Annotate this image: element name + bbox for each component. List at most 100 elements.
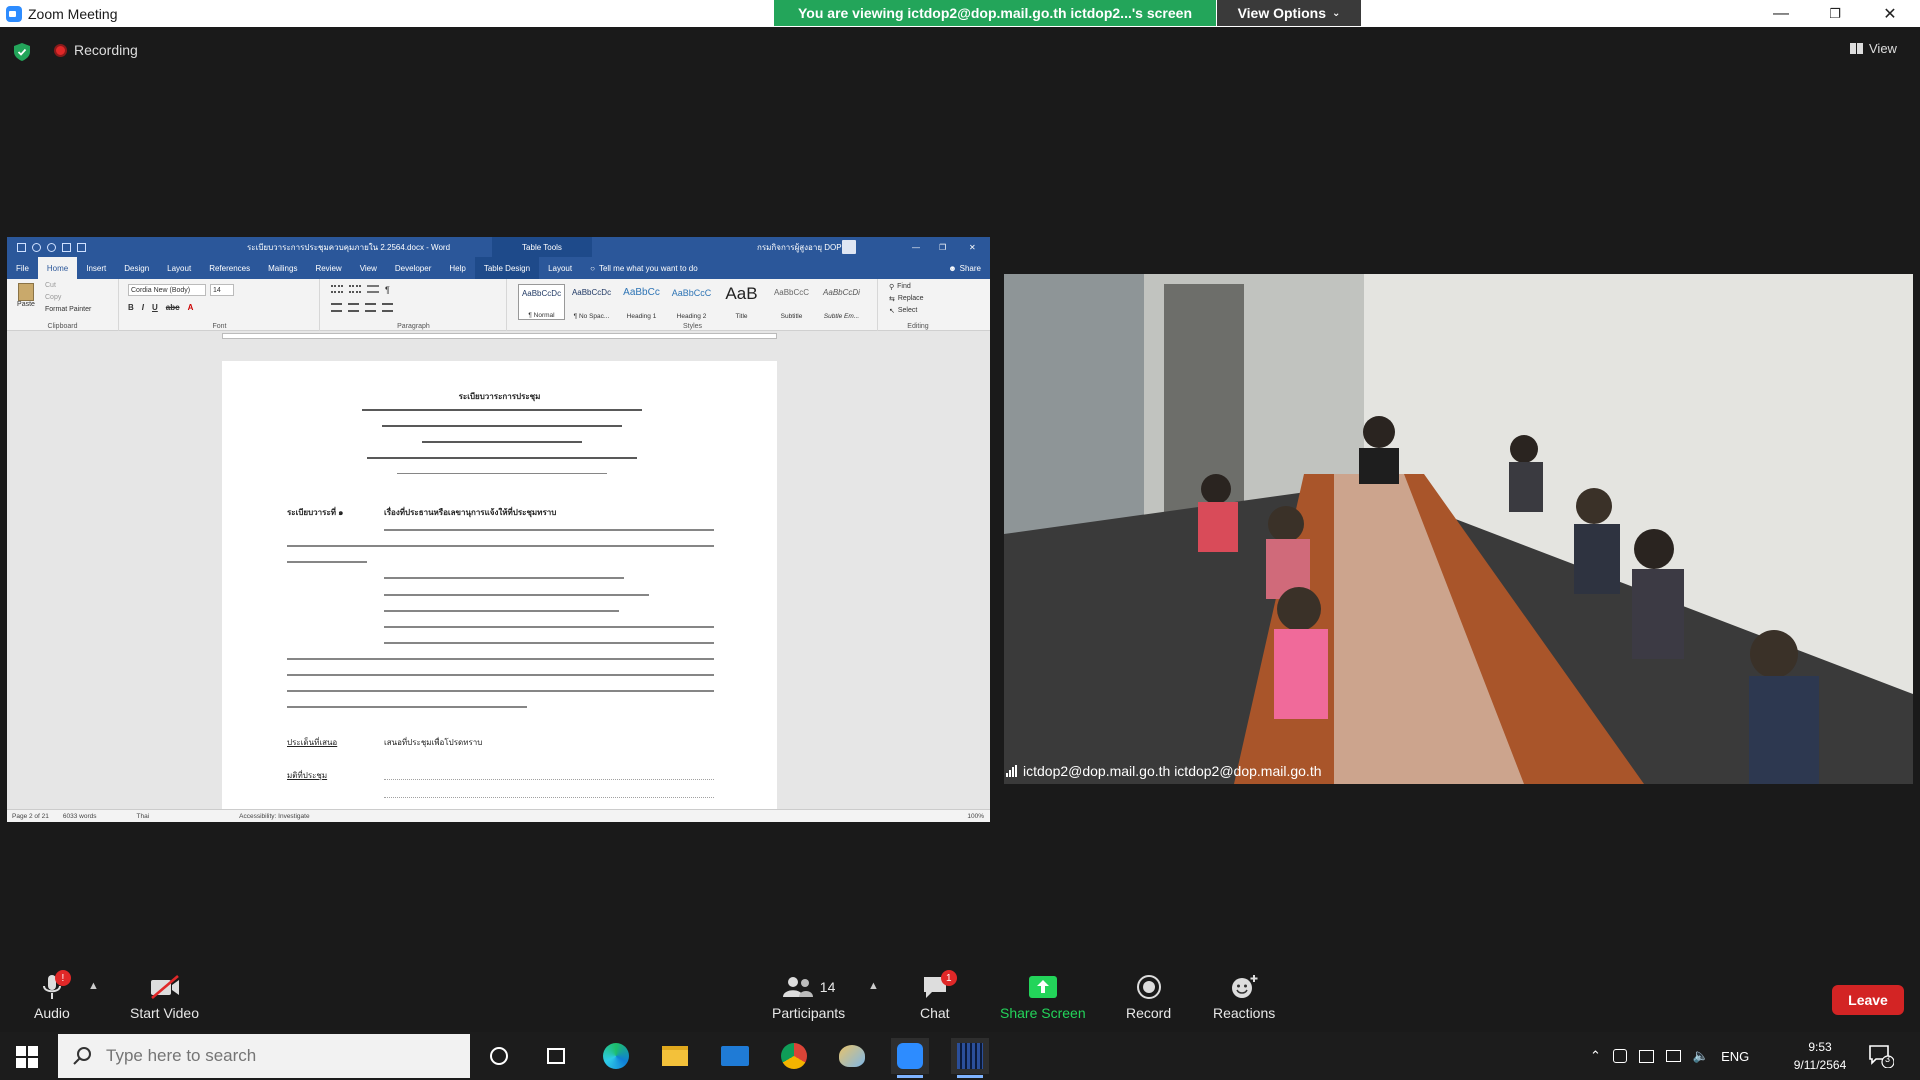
share-screen-button[interactable]: Share Screen	[1000, 972, 1086, 1021]
word-restore-icon[interactable]: ❐	[939, 243, 946, 252]
select-button[interactable]: ↖ Select	[889, 307, 917, 315]
taskbar-edge[interactable]	[597, 1038, 635, 1074]
style-subtitle[interactable]: AaBbCcC Subtitle	[768, 284, 815, 320]
tray-overflow-icon[interactable]: ⌃	[1590, 1048, 1601, 1064]
word-tab-help[interactable]: Help	[440, 257, 474, 279]
word-close-icon[interactable]: ✕	[969, 243, 976, 252]
minimize-button[interactable]: —	[1754, 0, 1808, 27]
open-icon[interactable]	[62, 242, 71, 252]
align-center-icon[interactable]	[348, 303, 359, 312]
word-ribbon: Paste Cut Copy Format Painter Clipboard …	[7, 279, 990, 331]
word-tab-mailings[interactable]: Mailings	[259, 257, 306, 279]
taskbar-clock[interactable]: 9:53 9/11/2564	[1780, 1038, 1860, 1074]
tell-me-box[interactable]: ○ Tell me what you want to do	[581, 257, 707, 279]
word-tab-references[interactable]: References	[200, 257, 259, 279]
style-heading-1[interactable]: AaBbCc Heading 1	[618, 284, 665, 320]
participants-button[interactable]: 14 Participants	[772, 972, 845, 1021]
word-minimize-icon[interactable]: —	[912, 243, 920, 252]
view-options-button[interactable]: View Options ⌄	[1217, 0, 1361, 26]
replace-button[interactable]: ⇆ Replace	[889, 295, 924, 303]
close-button[interactable]: ✕	[1863, 0, 1917, 27]
accessibility-status[interactable]: Accessibility: Investigate	[239, 813, 309, 820]
chat-button[interactable]: 1 Chat	[920, 970, 957, 1021]
paste-button[interactable]: Paste	[15, 283, 37, 308]
font-color-icon[interactable]: A	[188, 303, 194, 312]
font-name-select[interactable]: Cordia New (Body)	[128, 284, 206, 296]
participant-video-tile[interactable]	[1004, 274, 1913, 784]
word-tab-home[interactable]: Home	[37, 257, 78, 279]
word-tab-table-design[interactable]: Table Design	[474, 257, 540, 279]
style-heading-2[interactable]: AaBbCcC Heading 2	[668, 284, 715, 320]
start-video-button[interactable]: Start Video	[130, 972, 199, 1021]
word-tab-file[interactable]: File	[7, 257, 38, 279]
cortana-button[interactable]	[480, 1038, 518, 1074]
taskbar-audio-app[interactable]	[951, 1038, 989, 1078]
word-share-button[interactable]: ☻ Share	[939, 257, 990, 279]
input-language[interactable]: ENG	[1721, 1049, 1749, 1064]
view-layout-button[interactable]: View	[1850, 41, 1897, 56]
record-button[interactable]: Record	[1126, 972, 1171, 1021]
find-button[interactable]: ⚲ Find	[889, 283, 911, 291]
format-painter-button[interactable]: Format Painter	[45, 306, 91, 313]
word-ruler[interactable]	[7, 331, 990, 341]
table-tools-label: Table Tools	[492, 237, 592, 257]
zoom-level[interactable]: 100%	[967, 813, 984, 820]
search-input[interactable]	[106, 1046, 436, 1066]
taskbar-search-box[interactable]	[58, 1034, 470, 1078]
align-right-icon[interactable]	[365, 303, 376, 312]
taskbar-chrome[interactable]	[775, 1038, 813, 1074]
notification-center-button[interactable]: 3	[1868, 1044, 1895, 1073]
word-avatar[interactable]	[842, 240, 856, 254]
taskbar-paint[interactable]	[833, 1038, 871, 1074]
word-tab-insert[interactable]: Insert	[77, 257, 115, 279]
shared-screen[interactable]: ระเบียบวาระการประชุมควบคุมภายใน 2.2564.d…	[7, 237, 990, 822]
undo-icon[interactable]	[32, 242, 41, 252]
participants-options-caret[interactable]: ▲	[868, 980, 879, 992]
reactions-button[interactable]: Reactions	[1213, 972, 1275, 1021]
style-subtle-emphasis[interactable]: AaBbCcDi Subtle Em...	[818, 284, 865, 320]
word-tab-developer[interactable]: Developer	[386, 257, 440, 279]
strikethrough-icon[interactable]: abc	[166, 303, 180, 312]
word-tab-view[interactable]: View	[351, 257, 386, 279]
recording-indicator[interactable]: Recording	[54, 42, 138, 58]
tray-network-icon[interactable]	[1638, 1049, 1654, 1063]
bold-icon[interactable]: B	[128, 303, 134, 312]
justify-icon[interactable]	[382, 303, 393, 312]
restore-button[interactable]: ❐	[1808, 0, 1862, 27]
volume-icon[interactable]: 🔈	[1693, 1048, 1709, 1064]
participant-name: ictdop2@dop.mail.go.th ictdop2@dop.mail.…	[1023, 763, 1322, 779]
task-view-button[interactable]	[537, 1038, 575, 1074]
underline-icon[interactable]: U	[152, 303, 158, 312]
align-left-icon[interactable]	[331, 303, 342, 312]
tray-monitor-icon[interactable]	[1665, 1050, 1681, 1062]
save-icon[interactable]	[17, 242, 26, 252]
style-no-spacing[interactable]: AaBbCcDc ¶ No Spac...	[568, 284, 615, 320]
numbering-icon[interactable]	[349, 285, 361, 293]
font-size-select[interactable]: 14	[210, 284, 234, 296]
word-document-page[interactable]: ระเบียบวาระการประชุม ระเบียบวาระที่ ๑ เร…	[222, 361, 777, 811]
audio-options-caret[interactable]: ▲	[88, 980, 99, 992]
cut-button[interactable]: Cut	[45, 282, 56, 289]
italic-icon[interactable]: I	[142, 303, 144, 312]
style-normal[interactable]: AaBbCcDc ¶ Normal	[518, 284, 565, 320]
redo-icon[interactable]	[47, 242, 56, 252]
taskbar-file-explorer[interactable]	[656, 1038, 694, 1074]
indent-icon[interactable]	[367, 285, 379, 293]
copy-button[interactable]: Copy	[45, 294, 61, 301]
word-tab-review[interactable]: Review	[306, 257, 350, 279]
taskbar-mail[interactable]	[716, 1038, 754, 1074]
audio-button[interactable]: ! Audio	[34, 970, 71, 1021]
tray-app-icon[interactable]	[1612, 1049, 1627, 1063]
word-tab-layout[interactable]: Layout	[158, 257, 200, 279]
leave-button[interactable]: Leave	[1832, 985, 1904, 1015]
bullets-icon[interactable]	[331, 285, 343, 293]
word-tab-table-layout[interactable]: Layout	[539, 257, 581, 279]
word-tab-design[interactable]: Design	[115, 257, 158, 279]
security-shield-icon[interactable]	[14, 43, 30, 61]
style-title[interactable]: AaB Title	[718, 284, 765, 320]
pilcrow-icon[interactable]: ¶	[385, 285, 390, 295]
windows-start-icon[interactable]	[16, 1046, 38, 1068]
cortana-circle-icon	[490, 1047, 508, 1065]
new-doc-icon[interactable]	[77, 242, 86, 252]
taskbar-zoom[interactable]	[891, 1038, 929, 1078]
